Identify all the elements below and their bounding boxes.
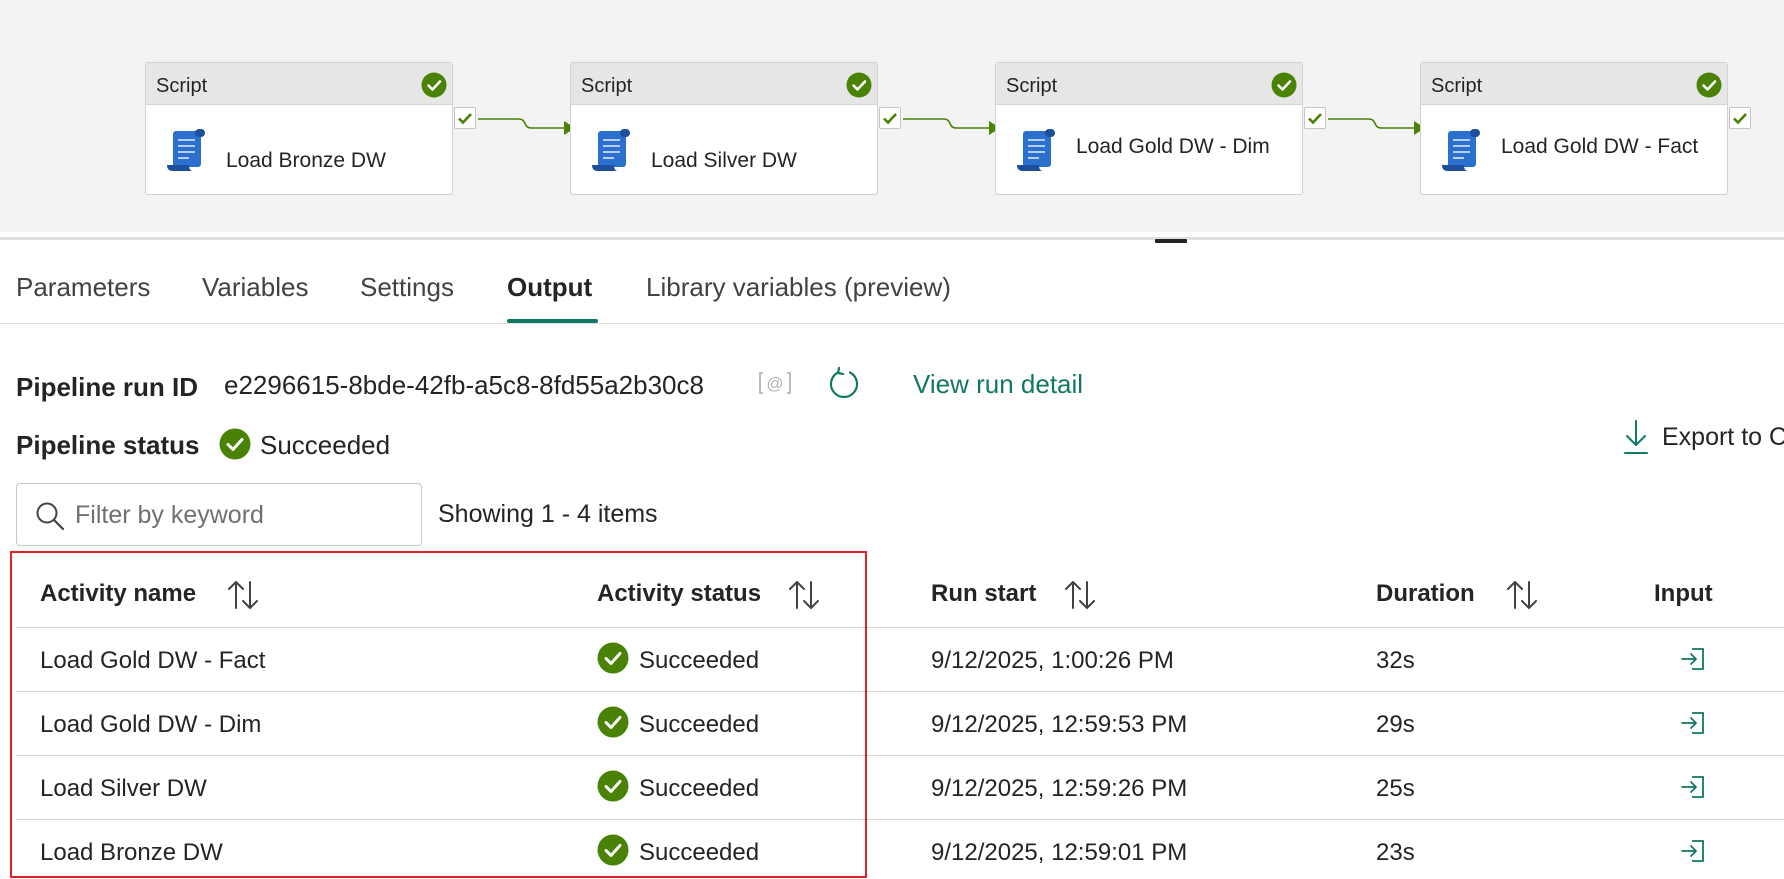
activity-status-cell: Succeeded <box>639 775 760 802</box>
check-circle-icon <box>1271 72 1297 98</box>
run-start-cell: 9/12/2025, 12:59:26 PM <box>931 775 1188 802</box>
success-port-icon[interactable] <box>454 107 476 129</box>
pipeline-run-id-label: Pipeline run ID <box>16 372 199 402</box>
table-row[interactable]: Load Silver DW Succeeded 9/12/2025, 12:5… <box>16 756 1784 820</box>
check-circle-icon <box>597 706 629 738</box>
activity-node-load-gold-dw-dim[interactable]: Script Load Gold DW - Dim <box>995 62 1303 195</box>
duration-cell: 29s <box>1376 711 1415 738</box>
tab-settings[interactable]: Settings <box>360 272 454 303</box>
input-icon[interactable] <box>1679 773 1707 801</box>
sort-icon[interactable] <box>1063 578 1097 612</box>
input-icon[interactable] <box>1679 645 1707 673</box>
tab-output[interactable]: Output <box>507 272 592 303</box>
check-circle-icon <box>597 642 629 674</box>
pipeline-status-value: Succeeded <box>260 430 391 460</box>
activity-name-cell: Load Gold DW - Dim <box>40 711 262 738</box>
check-circle-icon <box>219 428 251 460</box>
sort-icon[interactable] <box>226 578 260 612</box>
table-row[interactable]: Load Gold DW - Dim Succeeded 9/12/2025, … <box>16 692 1784 756</box>
column-header-activity-status: Activity status <box>597 580 762 607</box>
run-start-cell: 9/12/2025, 12:59:01 PM <box>931 839 1188 866</box>
script-icon <box>1017 129 1055 171</box>
tab-variables[interactable]: Variables <box>202 272 308 303</box>
success-port-icon[interactable] <box>879 107 901 129</box>
activity-node-load-bronze-dw[interactable]: Script Load Bronze DW <box>145 62 453 195</box>
success-port-icon[interactable] <box>1304 107 1326 129</box>
column-header-activity-name: Activity name <box>40 580 197 607</box>
activity-type: Script <box>1431 75 1483 97</box>
activity-name: Load Gold DW - Dim <box>1076 135 1270 158</box>
input-icon[interactable] <box>1679 709 1707 737</box>
pipeline-run-id-value: e2296615-8bde-42fb-a5c8-8fd55a2b30c8 <box>224 370 704 400</box>
search-icon <box>36 502 65 531</box>
table-row[interactable]: Load Bronze DW Succeeded 9/12/2025, 12:5… <box>16 820 1784 879</box>
activity-node-header: Script <box>996 63 1302 105</box>
check-circle-icon <box>597 770 629 802</box>
panel-divider <box>0 237 1784 240</box>
success-port-icon[interactable] <box>1729 107 1751 129</box>
filter-input[interactable] <box>75 496 405 534</box>
column-header-duration: Duration <box>1376 580 1475 607</box>
activity-type: Script <box>1006 75 1058 97</box>
refresh-icon[interactable] <box>826 366 862 402</box>
activity-name: Load Gold DW - Fact <box>1501 135 1699 158</box>
pipeline-status-label: Pipeline status <box>16 430 200 460</box>
tab-library-variables[interactable]: Library variables (preview) <box>646 272 951 303</box>
script-icon <box>1442 129 1480 171</box>
run-start-cell: 9/12/2025, 12:59:53 PM <box>931 711 1188 738</box>
activity-status-cell: Succeeded <box>639 647 760 674</box>
script-icon <box>167 129 205 171</box>
active-tab-indicator <box>507 319 598 323</box>
sort-icon[interactable] <box>1505 578 1539 612</box>
activity-name-cell: Load Bronze DW <box>40 839 223 866</box>
sort-icon[interactable] <box>787 578 821 612</box>
duration-cell: 25s <box>1376 775 1415 802</box>
item-count: Showing 1 - 4 items <box>438 500 658 528</box>
tab-parameters[interactable]: Parameters <box>16 272 150 303</box>
activity-status-cell: Succeeded <box>639 711 760 738</box>
activity-name: Load Silver DW <box>651 149 797 172</box>
download-icon <box>1624 420 1648 454</box>
activity-node-header: Script <box>1421 63 1727 105</box>
filter-box[interactable] <box>16 483 422 546</box>
check-circle-icon <box>597 834 629 866</box>
table-header: Activity name Activity status Run start … <box>16 560 1784 628</box>
column-header-input: Input <box>1654 580 1713 607</box>
activity-type: Script <box>156 75 208 97</box>
activity-name: Load Bronze DW <box>226 149 386 172</box>
activity-type: Script <box>581 75 633 97</box>
svg-text:@: @ <box>766 374 783 393</box>
export-label: Export to CSV <box>1662 423 1784 451</box>
activity-node-header: Script <box>146 63 452 105</box>
run-start-cell: 9/12/2025, 1:00:26 PM <box>931 647 1174 674</box>
activity-node-header: Script <box>571 63 877 105</box>
input-icon[interactable] <box>1679 837 1707 865</box>
column-header-run-start: Run start <box>931 580 1037 607</box>
check-circle-icon <box>421 72 447 98</box>
activity-status-cell: Succeeded <box>639 839 760 866</box>
activity-node-load-silver-dw[interactable]: Script Load Silver DW <box>570 62 878 195</box>
duration-cell: 23s <box>1376 839 1415 866</box>
check-circle-icon <box>846 72 872 98</box>
activity-node-load-gold-dw-fact[interactable]: Script Load Gold DW - Fact <box>1420 62 1728 195</box>
activity-name-cell: Load Gold DW - Fact <box>40 647 266 674</box>
panel-resize-handle[interactable] <box>1155 239 1187 243</box>
tab-bar: Parameters Variables Settings Output Lib… <box>0 262 1784 324</box>
copy-icon[interactable]: @ <box>758 370 792 396</box>
table-row[interactable]: Load Gold DW - Fact Succeeded 9/12/2025,… <box>16 628 1784 692</box>
check-circle-icon <box>1696 72 1722 98</box>
view-run-detail-link[interactable]: View run detail <box>913 369 1083 400</box>
activity-name-cell: Load Silver DW <box>40 775 207 802</box>
export-to-csv-button[interactable]: Export to CSV <box>1622 419 1784 459</box>
script-icon <box>592 129 630 171</box>
duration-cell: 32s <box>1376 647 1415 674</box>
